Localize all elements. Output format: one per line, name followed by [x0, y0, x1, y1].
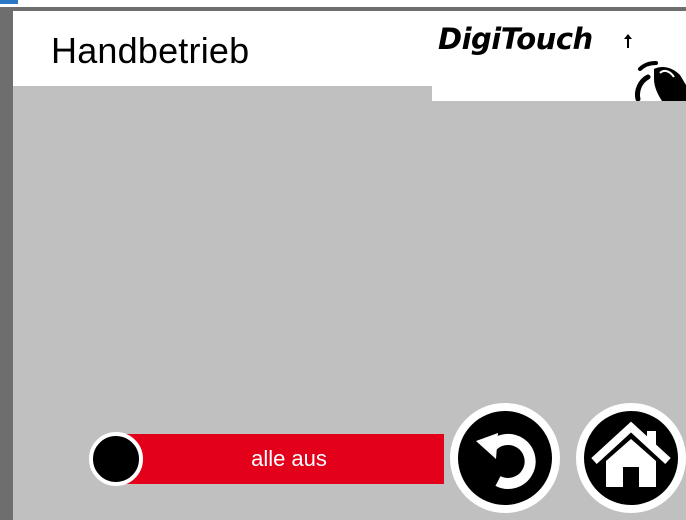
all-off-label: alle aus	[251, 446, 327, 471]
toggle-knob[interactable]	[89, 432, 143, 486]
logo-wordmark: DigiTouch	[438, 22, 593, 56]
home-button[interactable]	[576, 403, 686, 513]
page-title: Handbetrieb	[51, 30, 250, 71]
home-icon	[591, 421, 671, 487]
back-button[interactable]	[450, 403, 560, 513]
brand-logo: DigiTouch	[432, 11, 686, 101]
top-accent-strip	[0, 0, 18, 4]
back-arrow-icon	[476, 433, 536, 489]
all-off-toggle[interactable]: alle aus	[124, 434, 444, 484]
touch-hand-icon	[624, 34, 686, 101]
